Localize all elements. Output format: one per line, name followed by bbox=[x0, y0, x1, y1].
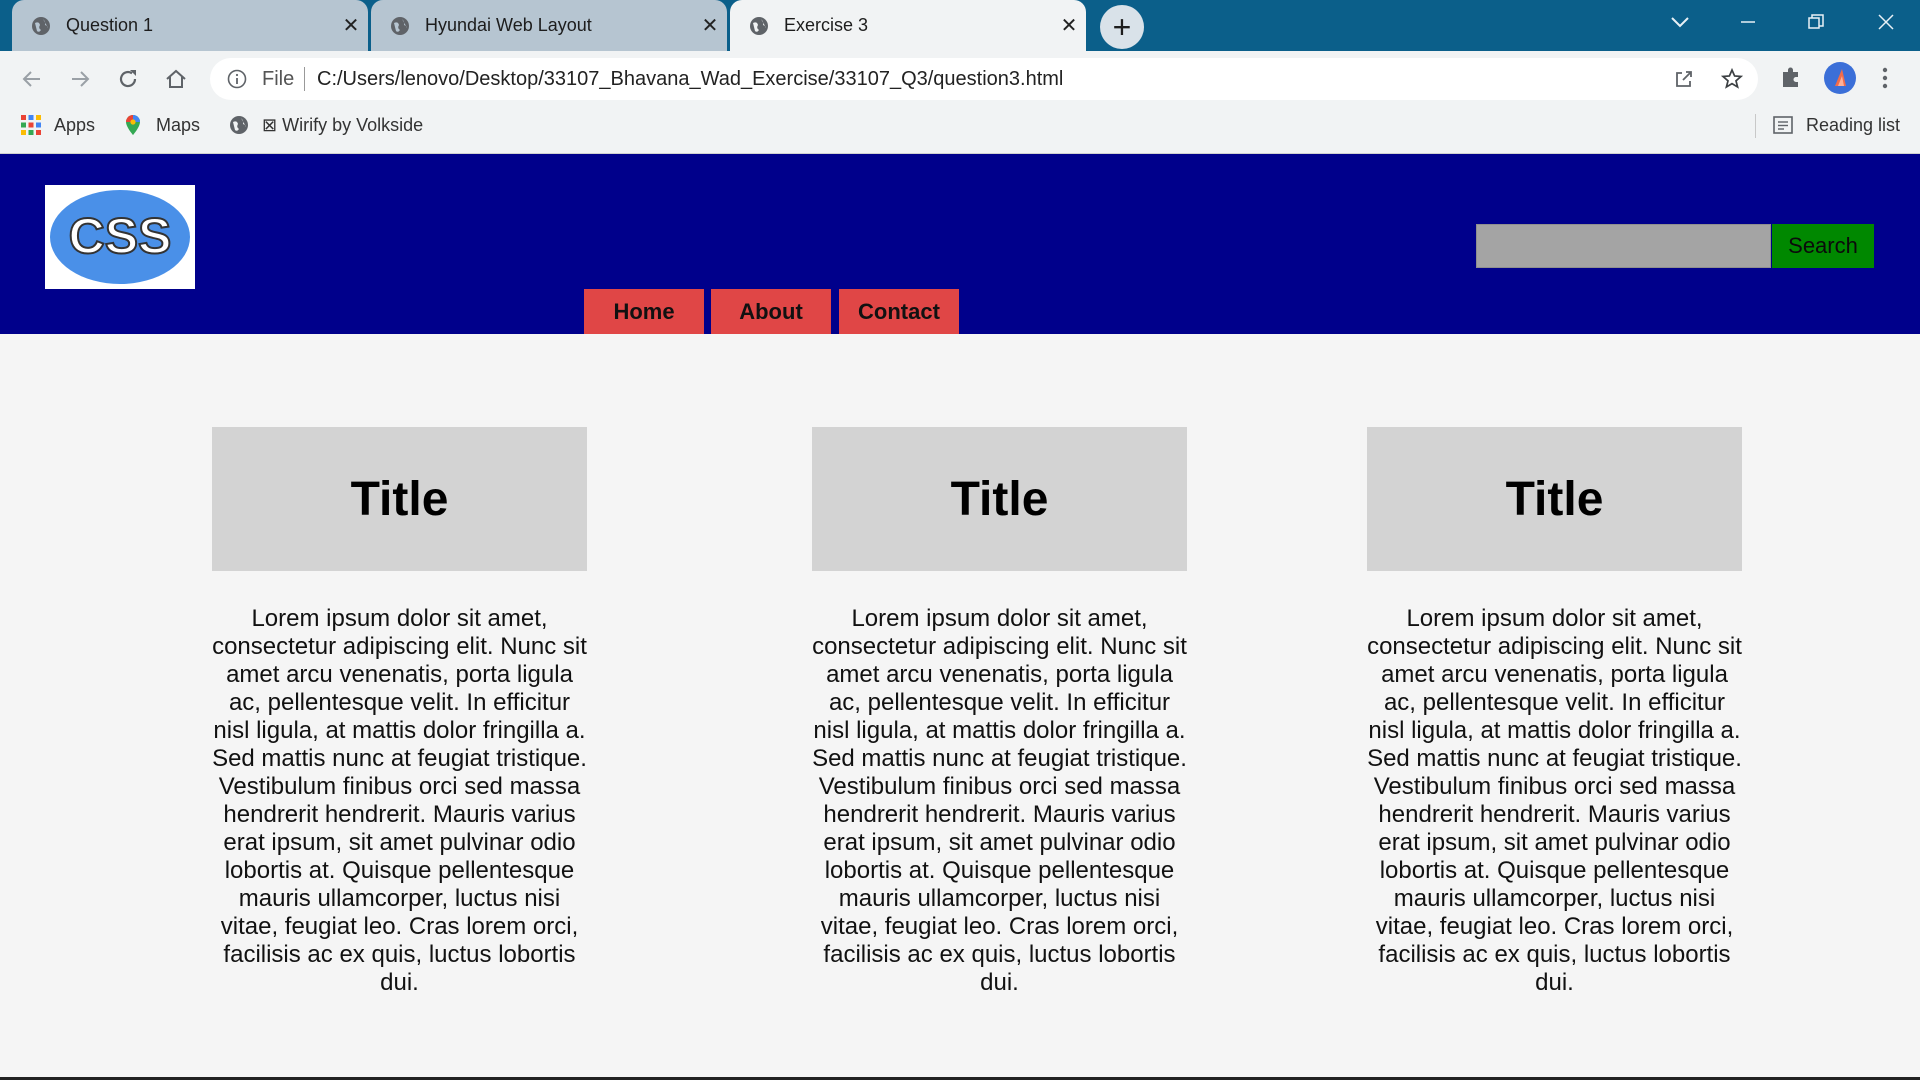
card-text: Lorem ipsum dolor sit amet, consectetur … bbox=[812, 605, 1187, 996]
nav-home[interactable]: Home bbox=[584, 289, 704, 334]
globe-icon bbox=[228, 114, 250, 136]
reading-list-button[interactable]: Reading list bbox=[1772, 106, 1900, 144]
profile-avatar[interactable] bbox=[1824, 62, 1856, 94]
content-card: Title Lorem ipsum dolor sit amet, consec… bbox=[212, 427, 587, 997]
share-icon[interactable] bbox=[1672, 67, 1696, 91]
card-title-box: Title bbox=[1367, 427, 1742, 571]
tab-hyundai-web-layout[interactable]: Hyundai Web Layout ✕ bbox=[371, 0, 727, 51]
url-text[interactable]: C:/Users/lenovo/Desktop/33107_Bhavana_Wa… bbox=[317, 68, 1063, 91]
card-text: Lorem ipsum dolor sit amet, consectetur … bbox=[1367, 605, 1742, 996]
logo-text: CSS bbox=[68, 207, 173, 265]
minimize-icon[interactable] bbox=[1718, 0, 1778, 44]
bookmarks-bar: Apps Maps ⊠ Wirify by Volkside Reading l… bbox=[0, 106, 1920, 154]
info-icon[interactable] bbox=[226, 68, 248, 90]
card-title: Title bbox=[350, 472, 449, 526]
globe-icon bbox=[389, 15, 411, 37]
nav-contact[interactable]: Contact bbox=[839, 289, 959, 334]
card-title: Title bbox=[950, 472, 1049, 526]
css-logo[interactable]: CSS bbox=[45, 185, 195, 289]
address-bar[interactable]: File C:/Users/lenovo/Desktop/33107_Bhava… bbox=[210, 58, 1758, 100]
tab-title: Exercise 3 bbox=[784, 15, 869, 35]
nav-about[interactable]: About bbox=[711, 289, 831, 334]
globe-icon bbox=[30, 15, 52, 37]
card-text: Lorem ipsum dolor sit amet, consectetur … bbox=[212, 605, 587, 996]
card-title: Title bbox=[1505, 472, 1604, 526]
extensions-puzzle-icon[interactable] bbox=[1776, 63, 1806, 93]
bookmarks-separator bbox=[1755, 114, 1756, 138]
search-button[interactable]: Search bbox=[1772, 224, 1874, 268]
bookmark-label: Maps bbox=[156, 114, 201, 135]
new-tab-button[interactable]: + bbox=[1100, 5, 1144, 49]
bookmark-label: ⊠ Wirify by Volkside bbox=[262, 114, 424, 135]
bookmark-label: Apps bbox=[54, 114, 96, 135]
bookmark-apps[interactable]: Apps bbox=[20, 106, 95, 144]
browser-tab-strip: Question 1 ✕ Hyundai Web Layout ✕ Exerci… bbox=[0, 0, 1920, 51]
close-icon[interactable]: ✕ bbox=[1052, 13, 1086, 38]
forward-arrow-icon[interactable] bbox=[64, 63, 96, 95]
close-window-icon[interactable] bbox=[1856, 0, 1916, 44]
scheme-label: File bbox=[262, 68, 295, 90]
address-separator bbox=[304, 67, 305, 91]
tab-question-1[interactable]: Question 1 ✕ bbox=[12, 0, 368, 51]
reload-icon[interactable] bbox=[112, 63, 144, 95]
tab-title: Question 1 bbox=[66, 15, 154, 35]
search-input[interactable] bbox=[1476, 224, 1771, 268]
maps-pin-icon bbox=[122, 114, 144, 136]
more-menu-icon[interactable] bbox=[1870, 63, 1900, 93]
card-title-box: Title bbox=[212, 427, 587, 571]
site-header: CSS Search Home About Contact bbox=[0, 154, 1920, 334]
back-arrow-icon[interactable] bbox=[16, 63, 48, 95]
tab-search-chevron-icon[interactable] bbox=[1650, 0, 1710, 44]
browser-toolbar: File C:/Users/lenovo/Desktop/33107_Bhava… bbox=[0, 51, 1920, 106]
restore-icon[interactable] bbox=[1786, 0, 1846, 44]
home-icon[interactable] bbox=[160, 63, 192, 95]
content-card: Title Lorem ipsum dolor sit amet, consec… bbox=[1367, 427, 1742, 997]
close-icon[interactable]: ✕ bbox=[334, 13, 368, 38]
tab-title: Hyundai Web Layout bbox=[425, 15, 592, 35]
bookmark-wirify[interactable]: ⊠ Wirify by Volkside bbox=[228, 106, 423, 144]
bookmark-maps[interactable]: Maps bbox=[122, 106, 200, 144]
close-icon[interactable]: ✕ bbox=[693, 13, 727, 38]
apps-grid-icon bbox=[20, 114, 42, 136]
globe-icon bbox=[748, 15, 770, 37]
reading-list-icon bbox=[1772, 114, 1794, 136]
card-title-box: Title bbox=[812, 427, 1187, 571]
bookmark-star-icon[interactable] bbox=[1720, 67, 1744, 91]
reading-list-label: Reading list bbox=[1806, 114, 1901, 135]
content-card: Title Lorem ipsum dolor sit amet, consec… bbox=[812, 427, 1187, 997]
tab-exercise-3[interactable]: Exercise 3 ✕ bbox=[730, 0, 1086, 51]
